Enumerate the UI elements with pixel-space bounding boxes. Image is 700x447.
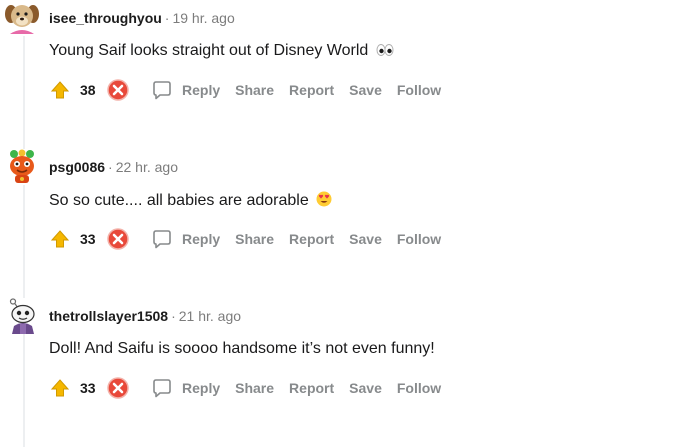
comment-body: Young Saif looks straight out of Disney … <box>49 42 394 62</box>
upvote-icon <box>50 379 70 397</box>
save-button[interactable]: Save <box>349 82 382 98</box>
upvote-button[interactable] <box>48 376 72 400</box>
comment-body: So so cute.... all babies are adorable <box>49 191 332 212</box>
orange-creature-avatar[interactable] <box>4 149 40 185</box>
heart-eyes-emoji <box>316 191 332 212</box>
comment-body: Doll! And Saifu is soooo handsome it’s n… <box>49 340 435 358</box>
report-button[interactable]: Report <box>289 231 334 247</box>
comment-meta: thetrollslayer1508 · 21 hr. ago <box>49 308 241 324</box>
report-button[interactable]: Report <box>289 380 334 396</box>
comment-actions: 33 Reply Share Report Save Follow <box>44 376 441 400</box>
username[interactable]: isee_throughyou <box>49 10 162 26</box>
comment-text: So so cute.... all babies are adorable <box>49 192 309 209</box>
comment: psg0086 · 22 hr. ago So so cute.... all ba… <box>0 149 700 298</box>
comment: isee_throughyou · 19 hr. ago Young Saif lo… <box>0 0 700 149</box>
thread-line[interactable] <box>23 36 25 149</box>
comment-actions: 38 Reply Share Report Save Follow <box>44 78 441 102</box>
speech-bubble-icon <box>153 379 171 398</box>
downvote-button[interactable] <box>107 228 129 250</box>
share-button[interactable]: Share <box>235 82 274 98</box>
reply-button[interactable]: Reply <box>151 79 220 101</box>
share-button[interactable]: Share <box>235 231 274 247</box>
upvote-button[interactable] <box>48 227 72 251</box>
comment-text: Doll! And Saifu is soooo handsome it’s n… <box>49 340 435 357</box>
upvote-button[interactable] <box>48 78 72 102</box>
comment-text: Young Saif looks straight out of Disney … <box>49 42 369 59</box>
upvote-icon <box>50 81 70 99</box>
dog-avatar[interactable] <box>4 0 40 36</box>
timestamp[interactable]: 19 hr. ago <box>172 10 234 26</box>
speech-bubble-icon <box>153 230 171 249</box>
follow-button[interactable]: Follow <box>397 82 441 98</box>
comment: thetrollslayer1508 · 21 hr. ago Doll! And … <box>0 298 700 447</box>
separator: · <box>164 10 170 26</box>
comment-meta: psg0086 · 22 hr. ago <box>49 159 178 175</box>
username[interactable]: thetrollslayer1508 <box>49 308 168 324</box>
reply-button[interactable]: Reply <box>151 377 220 399</box>
reply-button[interactable]: Reply <box>151 228 220 250</box>
comment-actions: 33 Reply Share Report Save Follow <box>44 227 441 251</box>
downvote-icon <box>107 228 129 250</box>
thread-line[interactable] <box>23 185 25 298</box>
timestamp[interactable]: 22 hr. ago <box>116 159 178 175</box>
comment-meta: isee_throughyou · 19 hr. ago <box>49 10 235 26</box>
reply-label: Reply <box>182 231 221 247</box>
save-button[interactable]: Save <box>349 380 382 396</box>
reply-label: Reply <box>182 380 221 396</box>
username[interactable]: psg0086 <box>49 159 105 175</box>
share-button[interactable]: Share <box>235 380 274 396</box>
save-button[interactable]: Save <box>349 231 382 247</box>
downvote-icon <box>107 79 129 101</box>
separator: · <box>171 308 176 324</box>
thread-line[interactable] <box>23 334 25 447</box>
downvote-button[interactable] <box>107 79 129 101</box>
upvote-icon <box>50 230 70 248</box>
vote-score: 38 <box>80 82 96 98</box>
separator: · <box>108 159 113 175</box>
downvote-icon <box>107 377 129 399</box>
speech-bubble-icon <box>153 81 171 100</box>
reply-label: Reply <box>182 82 221 98</box>
eyes-emoji <box>376 43 394 62</box>
vote-score: 33 <box>80 380 96 396</box>
report-button[interactable]: Report <box>289 82 334 98</box>
follow-button[interactable]: Follow <box>397 380 441 396</box>
follow-button[interactable]: Follow <box>397 231 441 247</box>
timestamp[interactable]: 21 hr. ago <box>179 308 241 324</box>
snoo-avatar[interactable] <box>4 298 40 334</box>
vote-score: 33 <box>80 231 96 247</box>
downvote-button[interactable] <box>107 377 129 399</box>
